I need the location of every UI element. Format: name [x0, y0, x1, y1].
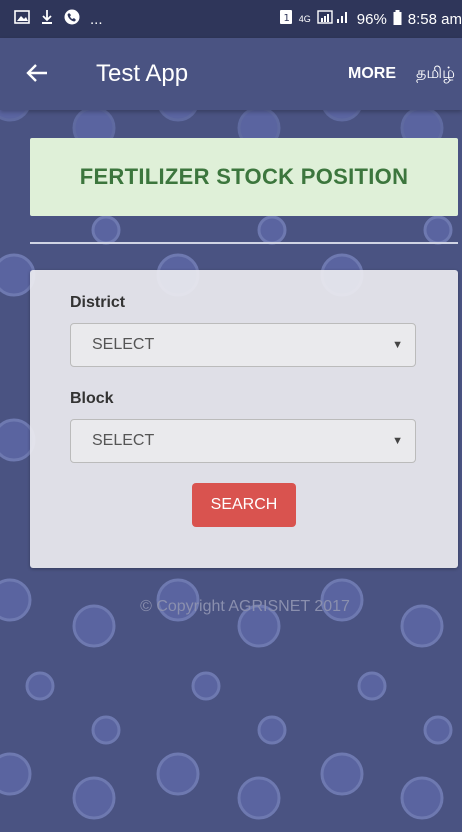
status-bar: ... 1 4G 96% 8:58 am: [0, 0, 462, 38]
block-label: Block: [70, 390, 114, 407]
app-bar: Test App MORE தமிழ்: [0, 38, 462, 110]
battery-percent: 96%: [356, 10, 387, 28]
sim-icon: 1: [279, 9, 293, 29]
more-button[interactable]: MORE: [348, 65, 396, 83]
block-select-value: SELECT: [92, 432, 155, 449]
status-left-icons: ...: [14, 9, 103, 29]
back-arrow-icon[interactable]: [26, 59, 74, 90]
search-form: District SELECT ▼ Block SELECT ▼ SEARCH: [30, 270, 458, 568]
status-right-icons: 1 4G 96% 8:58 am: [279, 9, 462, 29]
signal-icon: [317, 10, 351, 28]
svg-text:1: 1: [283, 13, 289, 24]
network-type: 4G: [298, 13, 311, 24]
chevron-down-icon: ▼: [392, 339, 403, 351]
district-label: District: [70, 294, 126, 311]
app-title: Test App: [96, 60, 189, 87]
image-icon: [14, 10, 30, 28]
divider: [30, 242, 458, 244]
district-select-value: SELECT: [92, 336, 155, 353]
block-select[interactable]: SELECT ▼: [70, 419, 416, 463]
search-button[interactable]: SEARCH: [192, 483, 296, 527]
chevron-down-icon: ▼: [392, 435, 403, 447]
district-select[interactable]: SELECT ▼: [70, 323, 416, 367]
status-time: 8:58 am: [407, 10, 462, 28]
page-title: FERTILIZER STOCK POSITION: [79, 164, 409, 189]
copyright-text: © Copyright AGRISNET 2017: [140, 598, 350, 615]
phone-icon: [64, 9, 80, 29]
battery-icon: [393, 9, 402, 29]
download-icon: [40, 9, 54, 29]
language-button[interactable]: தமிழ்: [416, 64, 462, 84]
page-banner: FERTILIZER STOCK POSITION: [30, 138, 458, 216]
notification-ellipsis: ...: [90, 10, 103, 28]
